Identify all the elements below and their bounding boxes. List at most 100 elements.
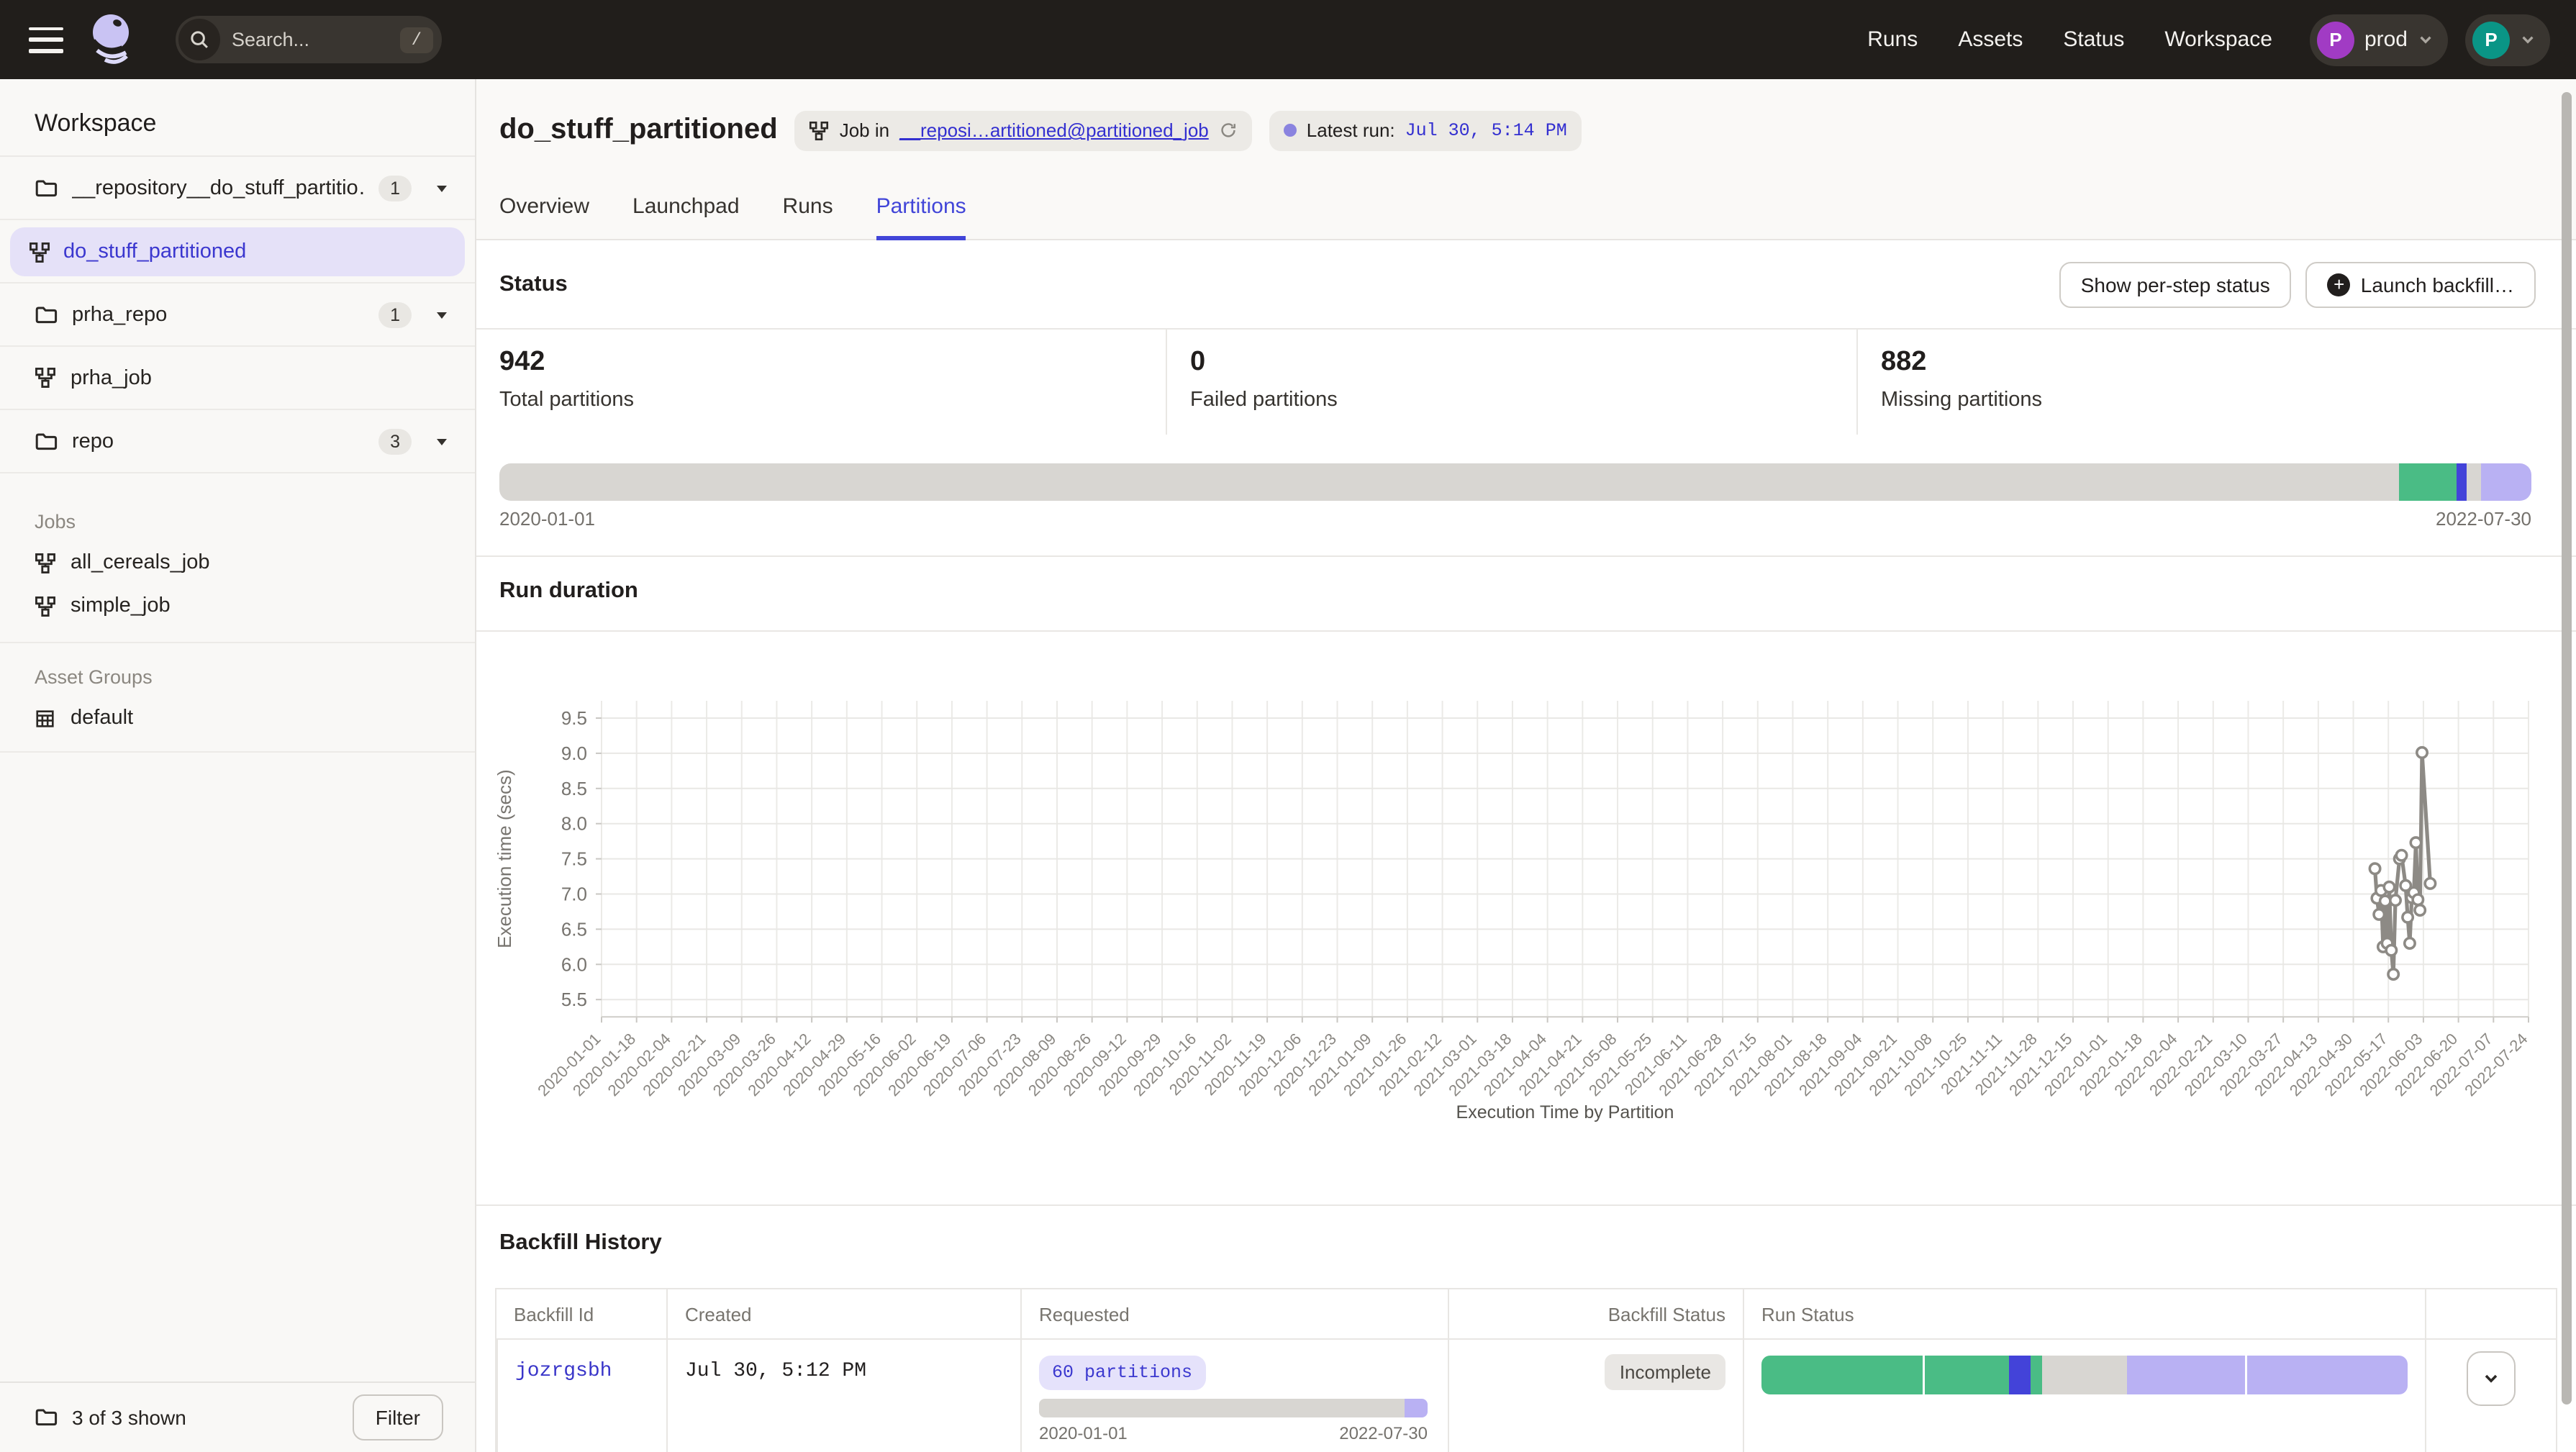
job-origin-link[interactable]: __reposi…artitioned@partitioned_job xyxy=(899,119,1209,141)
job-icon xyxy=(35,595,56,617)
y-tick-label: 5.5 xyxy=(561,989,587,1010)
partition-status-bar[interactable] xyxy=(499,463,2531,501)
run-status-bar[interactable] xyxy=(1761,1356,2408,1394)
data-point[interactable] xyxy=(2386,945,2396,956)
execution-time-chart: 2020-01-012020-01-182020-02-042020-02-21… xyxy=(476,632,2576,1138)
stat-failed-partitions: 0 Failed partitions xyxy=(1166,330,1856,435)
data-point[interactable] xyxy=(2374,909,2384,920)
bar-segment-lavender xyxy=(2480,463,2531,501)
data-point[interactable] xyxy=(2417,748,2427,758)
nav-status[interactable]: Status xyxy=(2063,27,2124,52)
data-point[interactable] xyxy=(2415,905,2425,915)
column-header-expand xyxy=(2425,1289,2556,1338)
refresh-icon[interactable] xyxy=(1219,121,1238,140)
chevron-down-icon xyxy=(2418,32,2434,47)
launch-backfill-button[interactable]: + Launch backfill… xyxy=(2306,262,2536,308)
created-timestamp: Jul 30, 5:12 PM xyxy=(685,1360,1003,1383)
sidebar-item-repo[interactable]: repo 3 xyxy=(0,410,475,473)
tab-runs[interactable]: Runs xyxy=(783,193,833,239)
expand-row-button[interactable] xyxy=(2467,1351,2516,1406)
bar-segment-lavender xyxy=(2127,1356,2245,1394)
latest-run-label: Latest run: xyxy=(1307,119,1395,141)
chevron-down-icon[interactable] xyxy=(435,307,449,322)
bar-segment-lavender xyxy=(1405,1399,1428,1417)
chevron-down-icon[interactable] xyxy=(435,181,449,195)
bar-segment-indigo xyxy=(2457,463,2467,501)
table-row-cell-requested: 60 partitions 2020-01-01 2022-07-30 xyxy=(1020,1338,1448,1452)
bar-segment-lavender xyxy=(2246,1356,2408,1394)
status-heading: Status xyxy=(499,272,568,298)
data-point[interactable] xyxy=(2396,850,2406,861)
tab-overview[interactable]: Overview xyxy=(499,193,589,239)
backfill-id-link[interactable]: jozrgsbh xyxy=(515,1360,612,1383)
data-point[interactable] xyxy=(2413,894,2423,904)
tab-launchpad[interactable]: Launchpad xyxy=(632,193,740,239)
job-icon xyxy=(809,120,830,140)
backfill-status-badge: Incomplete xyxy=(1605,1354,1725,1390)
nav-workspace[interactable]: Workspace xyxy=(2164,27,2272,52)
tab-partitions[interactable]: Partitions xyxy=(876,193,966,239)
sidebar-item-label: simple_job xyxy=(71,594,171,617)
y-tick-label: 9.5 xyxy=(561,707,587,729)
range-end-label: 2022-07-30 xyxy=(1339,1423,1428,1443)
scrollbar[interactable] xyxy=(2562,92,2572,1405)
sidebar-item-all-cereals-job[interactable]: all_cereals_job xyxy=(0,541,475,584)
show-per-step-status-button[interactable]: Show per-step status xyxy=(2059,262,2292,308)
data-point[interactable] xyxy=(2405,938,2415,948)
data-point[interactable] xyxy=(2390,895,2400,905)
asset-group-icon xyxy=(35,707,56,729)
data-point[interactable] xyxy=(2388,969,2398,979)
y-axis-label: Execution time (secs) xyxy=(494,769,515,948)
search-input[interactable]: Search... / xyxy=(176,16,442,63)
primary-nav: Runs Assets Status Workspace xyxy=(1867,27,2272,52)
asset-groups-section-label: Asset Groups xyxy=(0,643,475,696)
run-status-dot xyxy=(1284,124,1297,137)
data-point[interactable] xyxy=(2384,882,2394,892)
stat-value: 0 xyxy=(1190,345,1856,378)
sidebar-item-default-group[interactable]: default xyxy=(0,696,475,740)
deployment-switcher[interactable]: P prod xyxy=(2310,14,2448,65)
column-header-requested: Requested xyxy=(1020,1289,1448,1338)
table-row-cell-expand xyxy=(2425,1338,2556,1452)
data-point[interactable] xyxy=(2403,912,2413,922)
bar-segment-green xyxy=(2031,1356,2041,1394)
bar-segment-green xyxy=(1923,1356,2009,1394)
latest-run-time-link[interactable]: Jul 30, 5:14 PM xyxy=(1405,120,1567,140)
bar-segment-gray xyxy=(2467,463,2481,501)
y-tick-label: 6.0 xyxy=(561,953,587,975)
sidebar-item-do-stuff-partitioned[interactable]: do_stuff_partitioned xyxy=(10,227,465,276)
page-title: do_stuff_partitioned xyxy=(499,114,778,147)
sidebar-item-label: prha_job xyxy=(71,366,152,389)
nav-assets[interactable]: Assets xyxy=(1958,27,2023,52)
sidebar-selected-row: do_stuff_partitioned xyxy=(0,220,475,283)
data-point[interactable] xyxy=(2411,838,2421,848)
menu-icon[interactable] xyxy=(29,27,63,53)
user-menu[interactable]: P xyxy=(2465,14,2550,65)
sidebar-item-prha-job[interactable]: prha_job xyxy=(0,347,475,410)
bar-segment-gray xyxy=(2042,1356,2128,1394)
range-end-label: 2022-07-30 xyxy=(2436,508,2531,530)
bar-segment-green xyxy=(1761,1356,1923,1394)
job-count-badge: 1 xyxy=(378,301,412,327)
sidebar-item-simple-job[interactable]: simple_job xyxy=(0,584,475,627)
status-section-header: Status Show per-step status + Launch bac… xyxy=(476,240,2576,328)
tab-bar: Overview Launchpad Runs Partitions xyxy=(476,193,2576,240)
sidebar-item-repository-do-stuff[interactable]: __repository__do_stuff_partitio… 1 xyxy=(0,157,475,220)
sidebar-item-prha-repo[interactable]: prha_repo 1 xyxy=(0,283,475,347)
stat-value: 882 xyxy=(1881,345,2576,378)
data-point[interactable] xyxy=(2425,879,2435,889)
y-tick-label: 8.0 xyxy=(561,813,587,835)
chevron-down-icon[interactable] xyxy=(435,434,449,448)
data-point[interactable] xyxy=(2369,863,2380,874)
data-point[interactable] xyxy=(2380,896,2390,906)
y-tick-label: 9.0 xyxy=(561,743,587,764)
main-panel: do_stuff_partitioned Job in __reposi…art… xyxy=(476,79,2576,1452)
job-in-label: Job in xyxy=(840,119,889,141)
deployment-name: prod xyxy=(2364,27,2408,52)
nav-runs[interactable]: Runs xyxy=(1867,27,1918,52)
repos-shown-count: 3 of 3 shown xyxy=(72,1406,186,1429)
column-header-run-status: Run Status xyxy=(1743,1289,2425,1338)
partition-stats: 942 Total partitions 0 Failed partitions… xyxy=(476,328,2576,435)
table-row-cell-created: Jul 30, 5:12 PM xyxy=(666,1338,1020,1452)
filter-button[interactable]: Filter xyxy=(353,1394,443,1440)
